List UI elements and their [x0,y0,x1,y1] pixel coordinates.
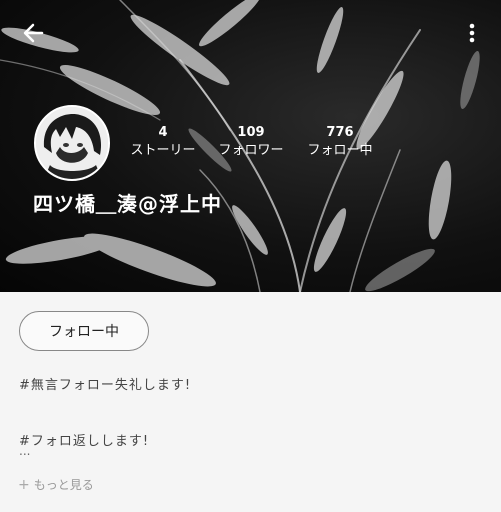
more-options-button[interactable] [462,20,482,46]
show-more-label: もっと見る [33,478,94,492]
stat-followers-count: 109 [237,125,265,140]
stat-followers[interactable]: 109 フォロワー [213,126,289,159]
stat-stories[interactable]: 4 ストーリー [128,126,198,159]
profile-header-image: 4 ストーリー 109 フォロワー 776 フォロー中 四ツ橋＿湊@浮上中 [0,0,501,292]
stat-following-count: 776 [326,125,354,140]
avatar[interactable] [34,105,110,181]
show-more-link[interactable]: + もっと見る [18,476,94,493]
stat-followers-label: フォロワー [218,143,284,158]
avatar-image [36,107,108,179]
more-vertical-icon [469,23,475,43]
following-button[interactable]: フォロー中 [19,311,149,351]
stat-following-label: フォロー中 [307,143,373,158]
profile-bio: #無言フォロー失礼します! #フォロ返しします! [19,378,192,449]
plus-icon: + [18,476,30,493]
stat-following[interactable]: 776 フォロー中 [302,126,378,159]
arrow-left-icon [23,23,44,43]
back-button[interactable] [20,20,48,46]
bio-ellipsis: ... [19,444,31,458]
stat-stories-count: 4 [158,125,168,140]
profile-username: 四ツ橋＿湊@浮上中 [33,192,222,216]
stat-stories-label: ストーリー [130,143,196,158]
